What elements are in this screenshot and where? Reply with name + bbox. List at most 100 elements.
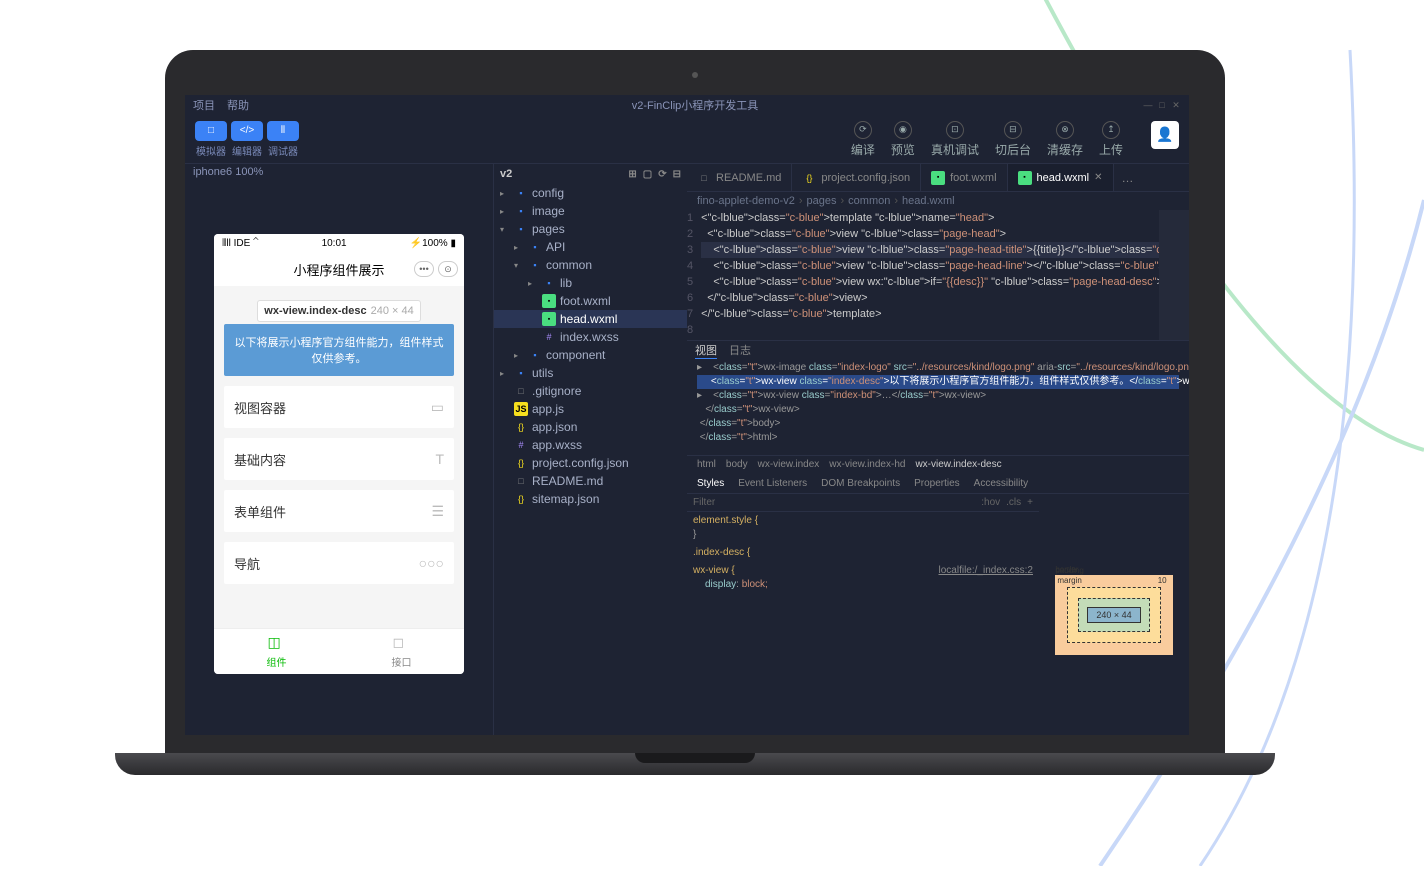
list-item[interactable]: 导航○○○: [224, 542, 454, 584]
preview-button[interactable]: ◉预览: [891, 121, 915, 158]
editor-tab[interactable]: □ README.md: [687, 164, 792, 191]
index-desc[interactable]: 以下将展示小程序官方组件能力，组件样式仅供参考。: [224, 324, 454, 376]
styles-sub-tab[interactable]: DOM Breakpoints: [821, 478, 900, 489]
simulator-toggle[interactable]: □模拟器: [195, 121, 227, 158]
breadcrumb-segment[interactable]: pages: [807, 195, 837, 207]
breadcrumb-segment[interactable]: common: [848, 195, 890, 207]
close-icon[interactable]: ✕: [1171, 100, 1181, 110]
file-node[interactable]: #app.wxss: [494, 436, 687, 454]
tabbar-components[interactable]: ◫组件: [214, 629, 339, 674]
styles-sub-tab[interactable]: Event Listeners: [738, 478, 807, 489]
file-node[interactable]: #index.wxss: [494, 328, 687, 346]
folder-node[interactable]: ▸▪lib: [494, 274, 687, 292]
editor-tab[interactable]: {} project.config.json: [792, 164, 921, 191]
compile-button[interactable]: ⟳编译: [851, 121, 875, 158]
menu-help[interactable]: 帮助: [227, 97, 249, 113]
css-rule[interactable]: .index-desc {</span></div><div class="p"…: [687, 544, 1039, 562]
list-item[interactable]: 视图容器▭: [224, 386, 454, 428]
css-rule[interactable]: wx-view {localfile:/_index.css:2display:…: [687, 562, 1039, 594]
webcam-dot: [692, 72, 698, 78]
folder-node[interactable]: ▸▪config: [494, 184, 687, 202]
tab-overflow-icon[interactable]: …: [1114, 164, 1142, 191]
upload-button[interactable]: ↥上传: [1099, 121, 1123, 158]
folder-node[interactable]: ▾▪common: [494, 256, 687, 274]
close-tab-icon[interactable]: ✕: [1094, 172, 1102, 183]
file-node[interactable]: {}sitemap.json: [494, 490, 687, 508]
hov-toggle[interactable]: :hov: [981, 497, 1000, 508]
window-title: v2-FinClip小程序开发工具: [632, 97, 759, 113]
menu-bar: 项目 帮助 v2-FinClip小程序开发工具 — □ ✕: [185, 95, 1189, 115]
devtools-tab-log[interactable]: 日志: [729, 342, 751, 358]
dots-icon: ○○○: [419, 555, 444, 571]
simulator-device-label: iphone6 100%: [185, 164, 493, 184]
folder-node[interactable]: ▸▪image: [494, 202, 687, 220]
new-file-icon[interactable]: ⊞: [628, 169, 636, 180]
file-node[interactable]: JSapp.js: [494, 400, 687, 418]
clear-cache-button[interactable]: ⊗清缓存: [1047, 121, 1083, 158]
list-item[interactable]: 表单组件☰: [224, 490, 454, 532]
card-icon: ▭: [431, 399, 444, 416]
file-node[interactable]: ▪foot.wxml: [494, 292, 687, 310]
styles-sub-tab[interactable]: Accessibility: [974, 478, 1028, 489]
styles-sub-tab[interactable]: Properties: [914, 478, 960, 489]
element-crumb[interactable]: html: [697, 459, 716, 470]
element-node[interactable]: </class="t">body>: [697, 417, 1179, 431]
add-rule-button[interactable]: +: [1027, 497, 1033, 508]
element-crumb[interactable]: wx-view.index-hd: [829, 459, 905, 470]
collapse-icon[interactable]: ⊟: [673, 169, 681, 180]
element-node[interactable]: </class="t">html>: [697, 431, 1179, 445]
editor-tabs: □ README.md{} project.config.json▪ foot.…: [687, 164, 1189, 192]
element-crumb[interactable]: wx-view.index: [758, 459, 820, 470]
refresh-icon[interactable]: ⟳: [658, 169, 666, 180]
element-crumb[interactable]: wx-view.index-desc: [915, 459, 1001, 470]
element-crumb[interactable]: body: [726, 459, 748, 470]
devtools-tab-view[interactable]: 视图: [695, 342, 717, 359]
file-node[interactable]: □.gitignore: [494, 382, 687, 400]
breadcrumb: fino-applet-demo-v2›pages›common›head.wx…: [687, 192, 1189, 210]
breadcrumb-segment[interactable]: head.wxml: [902, 195, 955, 207]
file-node[interactable]: {}project.config.json: [494, 454, 687, 472]
text-icon: T: [435, 451, 444, 467]
element-node[interactable]: </class="t">wx-view>: [697, 403, 1179, 417]
capsule-close-icon[interactable]: ⊙: [438, 261, 458, 277]
css-rule[interactable]: element.style {}: [687, 512, 1039, 544]
folder-node[interactable]: ▸▪utils: [494, 364, 687, 382]
minimap[interactable]: [1159, 210, 1189, 340]
file-node[interactable]: ▪head.wxml: [494, 310, 687, 328]
folder-node[interactable]: ▸▪component: [494, 346, 687, 364]
breadcrumb-segment[interactable]: fino-applet-demo-v2: [697, 195, 795, 207]
styles-tab-bar: Styles Event Listeners DOM Breakpoints Prop…: [687, 473, 1189, 493]
maximize-icon[interactable]: □: [1157, 100, 1167, 110]
styles-filter-input[interactable]: Filter: [693, 497, 715, 508]
styles-sub-tab[interactable]: Styles: [697, 478, 724, 489]
styles-panel[interactable]: Filter :hov .cls + element.style {}.inde…: [687, 494, 1039, 735]
minimize-icon[interactable]: —: [1143, 100, 1153, 110]
background-button[interactable]: ⊟切后台: [995, 121, 1031, 158]
cls-toggle[interactable]: .cls: [1006, 497, 1021, 508]
file-node[interactable]: {}app.json: [494, 418, 687, 436]
debugger-toggle[interactable]: ⦀调试器: [267, 121, 299, 158]
tabbar-api[interactable]: ◻接口: [339, 629, 464, 674]
remote-debug-button[interactable]: ⊡真机调试: [931, 121, 979, 158]
new-folder-icon[interactable]: ▢: [643, 169, 652, 180]
file-node[interactable]: □README.md: [494, 472, 687, 490]
element-node[interactable]: <class="t">wx-view class="index-desc">以下…: [697, 375, 1179, 389]
folder-node[interactable]: ▸▪API: [494, 238, 687, 256]
elements-breadcrumb: html body wx-view.index wx-view.index-hd wx-…: [687, 455, 1189, 473]
element-node[interactable]: ▸ <class="t">wx-view class="index-bd">…<…: [697, 389, 1179, 403]
capsule-menu-icon[interactable]: •••: [414, 261, 434, 277]
folder-node[interactable]: ▾▪pages: [494, 220, 687, 238]
elements-tree[interactable]: ▸ <class="t">wx-image class="index-logo"…: [687, 359, 1189, 455]
list-item[interactable]: 基础内容T: [224, 438, 454, 480]
editor-toggle[interactable]: </>编辑器: [231, 121, 263, 158]
element-node[interactable]: ▸ <class="t">wx-image class="index-logo"…: [697, 361, 1179, 375]
editor-tab[interactable]: ▪ head.wxml✕: [1008, 164, 1114, 191]
list-icon: ☰: [431, 503, 444, 520]
laptop-base: [115, 753, 1275, 775]
editor-tab[interactable]: ▪ foot.wxml: [921, 164, 1007, 191]
code-editor[interactable]: 12345678 <"c-lblue">class="c-blue">templ…: [687, 210, 1189, 340]
menu-project[interactable]: 项目: [193, 97, 215, 113]
file-explorer: v2 ⊞ ▢ ⟳ ⊟ ▸▪config▸▪image▾▪pages▸▪API▾▪…: [493, 164, 687, 735]
avatar[interactable]: 👤: [1151, 121, 1179, 149]
devtools: 视图 日志 ▸ <class="t">wx-image class="index…: [687, 340, 1189, 735]
